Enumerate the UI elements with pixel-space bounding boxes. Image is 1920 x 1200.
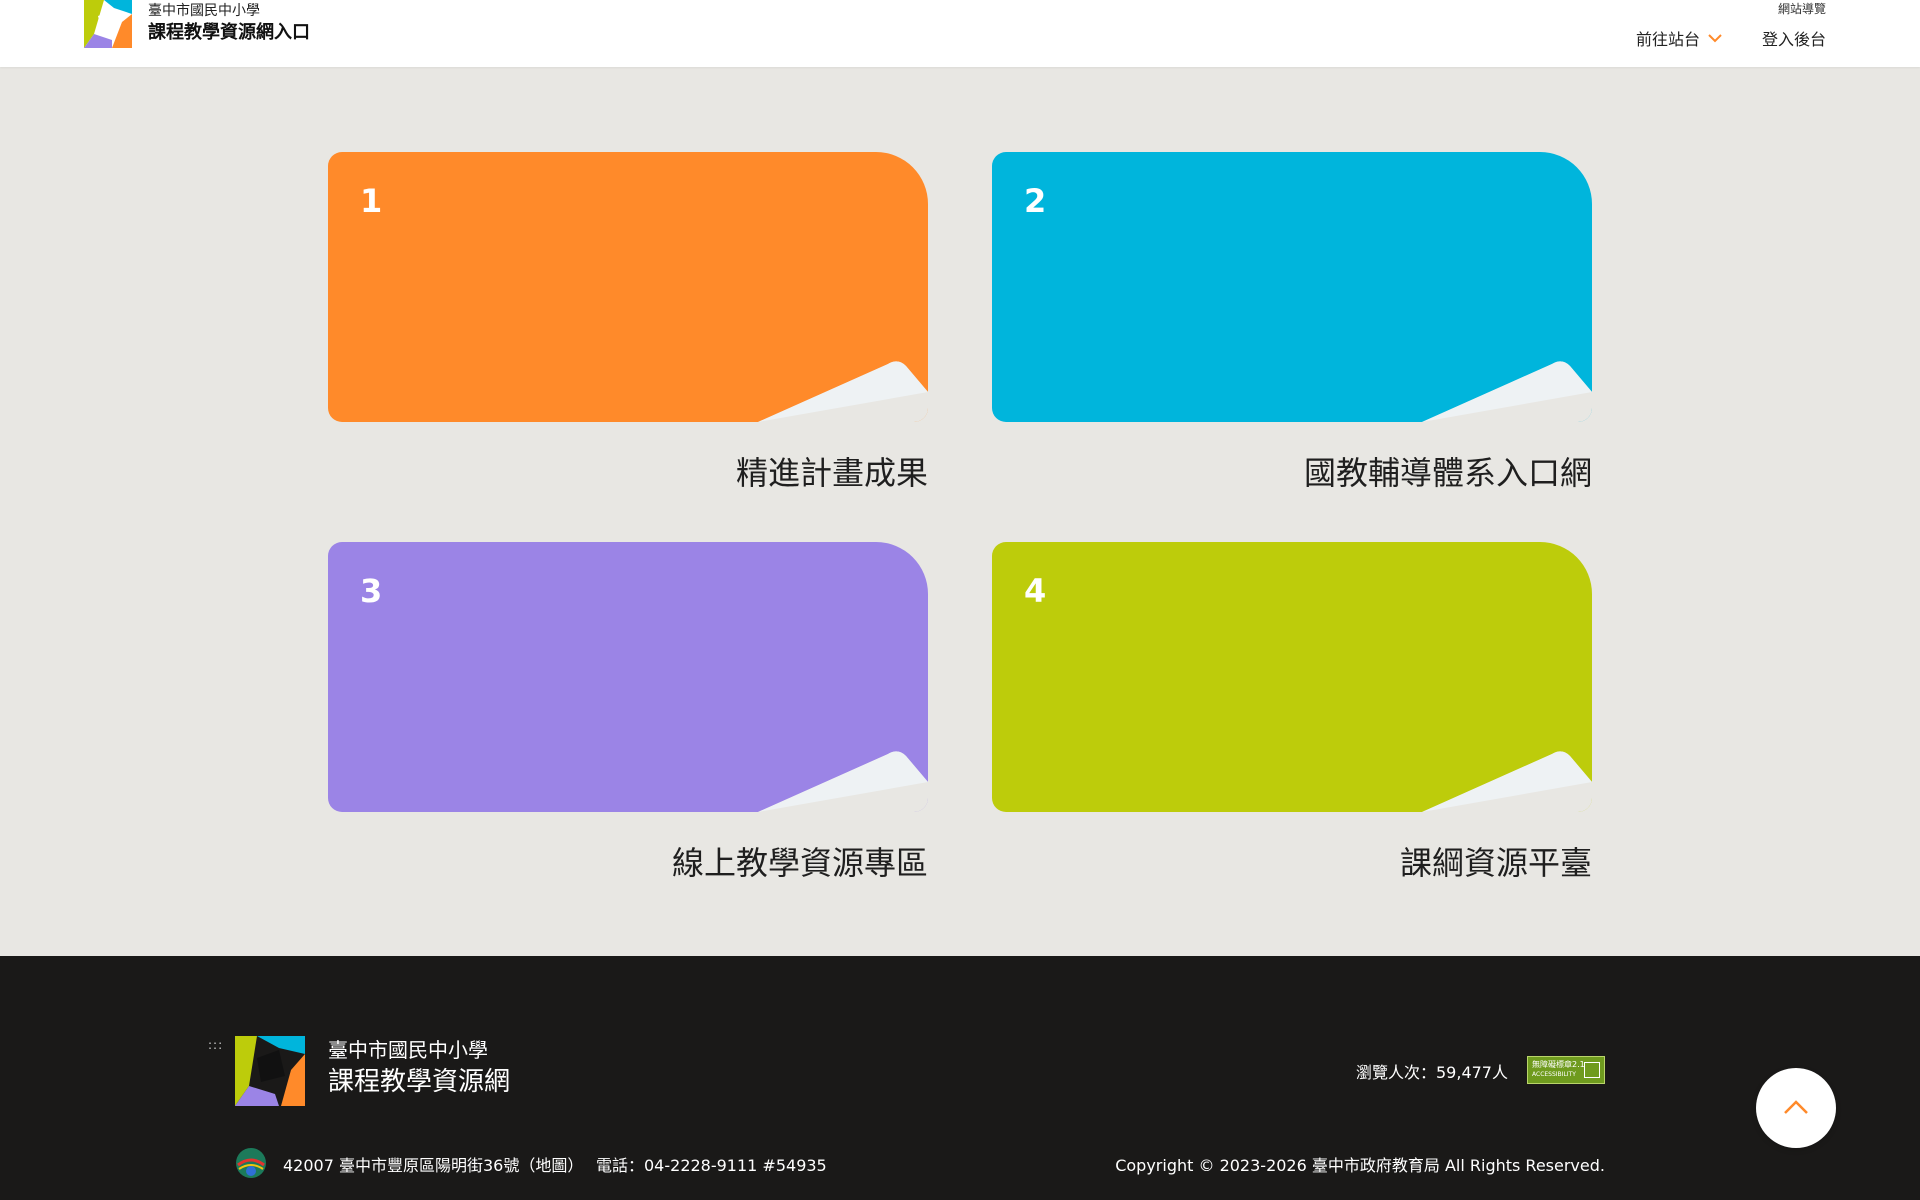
card-number: 4 <box>1024 572 1047 610</box>
footer-brand-subtitle: 臺中市國民中小學 <box>328 1038 488 1062</box>
footer-brand-title: 課程教學資源網 <box>328 1067 511 1097</box>
card-1-title[interactable]: 精進計畫成果 <box>328 448 928 494</box>
nav-login-backend-label: 登入後台 <box>1761 30 1826 49</box>
site-brand[interactable]: 臺中市國民中小學 課程教學資源網入口 <box>148 2 310 46</box>
education-bureau-logo-icon <box>236 1148 266 1178</box>
card-4[interactable]: 4 <box>992 542 1592 812</box>
card-number: 2 <box>1024 182 1047 220</box>
page-curl-icon <box>758 361 928 422</box>
footer-brand: 臺中市國民中小學 課程教學資源網 <box>328 1036 510 1100</box>
footer-copyright: Copyright © 2023-2026 臺中市政府教育局 All Right… <box>1115 1156 1605 1175</box>
brand-subtitle: 臺中市國民中小學 <box>148 3 260 19</box>
site-footer: ::: 臺中市國民中小學 課程教學資源網 瀏覽人次：59,477人 無障礙標章2… <box>0 956 1920 1200</box>
card-2[interactable]: 2 <box>992 152 1592 422</box>
badge-line-1: 無障礙標章2.1 <box>1532 1060 1585 1069</box>
card-number: 1 <box>360 182 383 220</box>
footer-logo-icon <box>235 1036 305 1106</box>
footer-access-key[interactable]: ::: <box>208 1038 223 1052</box>
page-curl-icon <box>758 751 928 812</box>
card-3[interactable]: 3 <box>328 542 928 812</box>
page-curl-icon <box>1422 751 1592 812</box>
nav-login-backend[interactable]: 登入後台 <box>1762 26 1826 50</box>
site-header: 臺中市國民中小學 課程教學資源網入口 網站導覽 前往站台 登入後台 <box>0 0 1920 67</box>
card-3-title[interactable]: 線上教學資源專區 <box>328 838 928 884</box>
card-4-title[interactable]: 課綱資源平臺 <box>992 838 1592 884</box>
nav-go-to-site[interactable]: 前往站台 <box>1636 26 1722 50</box>
card-number: 3 <box>360 572 383 610</box>
footer-phone: 電話：04-2228-9111 #54935 <box>596 1156 827 1175</box>
page-curl-icon <box>1422 361 1592 422</box>
nav-go-to-site-label: 前往站台 <box>1635 30 1700 49</box>
back-to-top-button[interactable] <box>1756 1068 1836 1148</box>
card-2-title[interactable]: 國教輔導體系入口網 <box>992 448 1592 494</box>
footer-address[interactable]: 42007 臺中市豐原區陽明街36號（地圖） <box>283 1152 583 1176</box>
site-logo-icon[interactable] <box>84 0 132 48</box>
accessibility-badge[interactable]: 無障礙標章2.1 ACCESSIBILITY <box>1527 1056 1605 1084</box>
sitemap-link[interactable]: 網站導覽 <box>1778 0 1826 17</box>
brand-title: 課程教學資源網入口 <box>148 22 310 43</box>
chevron-down-icon <box>1708 34 1722 43</box>
badge-line-2: ACCESSIBILITY <box>1532 1071 1576 1078</box>
top-nav: 前往站台 登入後台 <box>1636 26 1826 50</box>
card-1[interactable]: 1 <box>328 152 928 422</box>
accessibility-icon <box>1584 1062 1600 1078</box>
visitor-count: 瀏覽人次：59,477人 <box>1356 1063 1508 1082</box>
chevron-up-icon <box>1784 1100 1808 1114</box>
